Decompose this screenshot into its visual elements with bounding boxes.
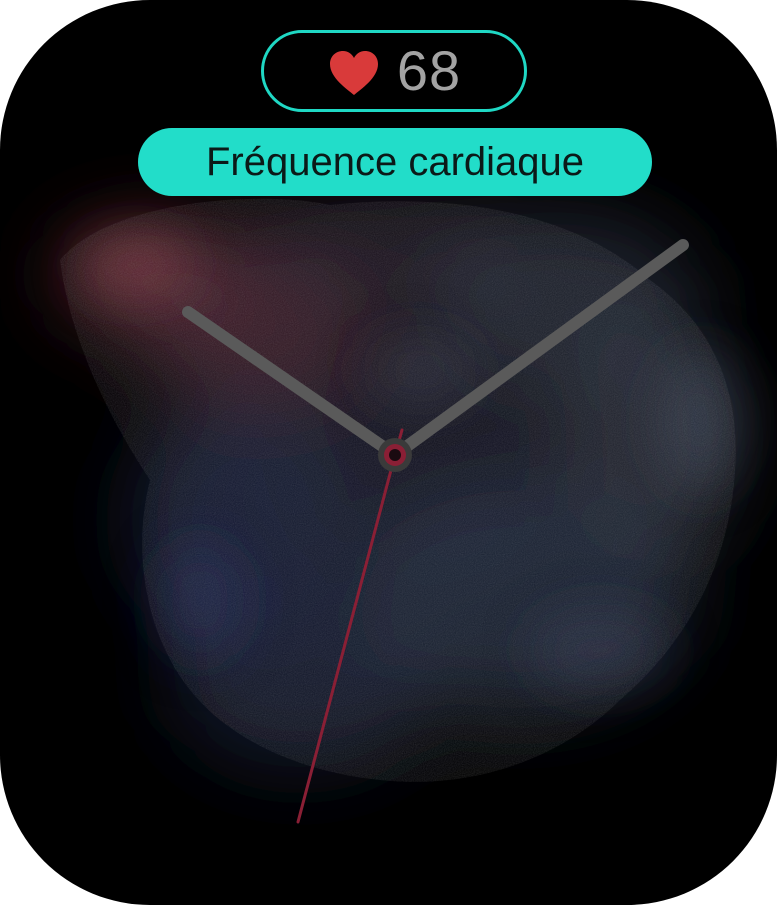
second-hand <box>296 453 397 824</box>
hour-hand <box>182 306 401 461</box>
minute-hand <box>389 239 689 461</box>
clock-hands <box>182 239 689 824</box>
hand-pivot-center <box>389 449 401 461</box>
watch-face: 68 Fréquence cardiaque <box>0 0 777 905</box>
